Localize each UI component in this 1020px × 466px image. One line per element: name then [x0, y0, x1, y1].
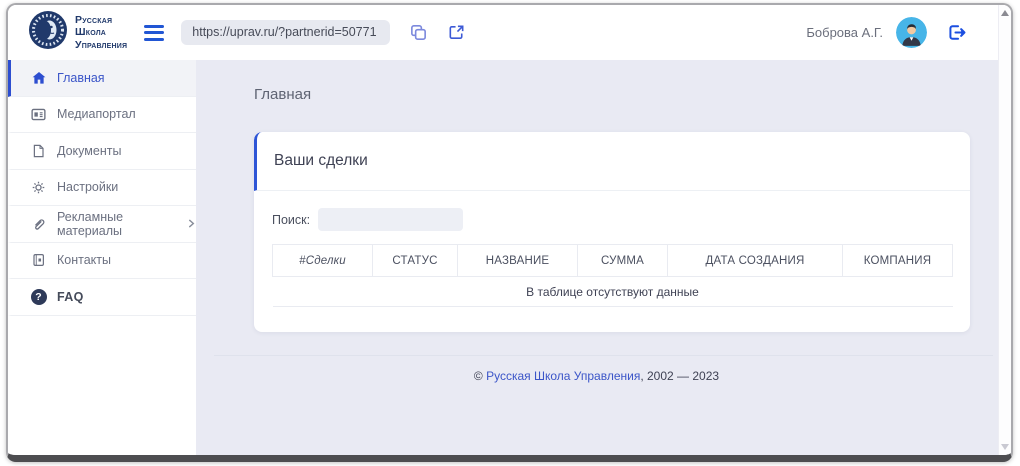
sidebar-item-documents[interactable]: Документы [8, 133, 196, 170]
footer-link[interactable]: Русская Школа Управления [486, 369, 640, 383]
copy-icon[interactable] [409, 23, 428, 42]
sidebar-item-label: Медиапортал [57, 107, 136, 121]
scroll-up-icon[interactable] [1001, 10, 1009, 16]
sidebar-item-settings[interactable]: Настройки [8, 170, 196, 207]
sidebar-item-promo-materials[interactable]: Рекламные материалы [8, 206, 196, 243]
user-name: Боброва А.Г. [806, 25, 883, 40]
logo-emblem-icon [28, 10, 68, 55]
table-empty-row: В таблице отсутствуют данные [273, 277, 953, 307]
top-header: Русская Школа Управления https://uprav.r… [8, 5, 1011, 60]
sidebar-item-label: FAQ [57, 290, 84, 304]
copyright-prefix: © [474, 369, 486, 383]
scroll-down-icon[interactable] [1001, 444, 1009, 450]
footer-divider [214, 355, 993, 356]
document-icon [30, 142, 47, 159]
deals-card: Ваши сделки Поиск: #Сделки СТАТУС [254, 132, 970, 332]
logo-text: Русская Школа Управления [75, 14, 127, 51]
home-icon [30, 69, 47, 86]
chevron-right-icon [187, 219, 196, 228]
column-header-sum: СУММА [578, 245, 668, 277]
search-label: Поиск: [272, 213, 310, 227]
screenshot-stage: Русская Школа Управления https://uprav.r… [0, 0, 1020, 466]
contact-book-icon [30, 252, 47, 269]
column-header-created-date: ДАТА СОЗДАНИЯ [668, 245, 843, 277]
table-empty-message: В таблице отсутствуют данные [273, 277, 953, 307]
page-footer: © Русская Школа Управления, 2002 — 2023 [196, 369, 997, 383]
vertical-scrollbar[interactable] [998, 5, 1011, 455]
sidebar-item-label: Документы [57, 144, 121, 158]
main-content: Главная Ваши сделки Поиск: [196, 60, 1011, 455]
deals-card-title: Ваши сделки [274, 152, 368, 169]
logout-icon[interactable] [946, 22, 967, 43]
sidebar-item-label: Главная [57, 71, 105, 85]
page-title: Главная [254, 86, 997, 103]
sidebar-item-label: Рекламные материалы [57, 210, 173, 238]
column-header-status: СТАТУС [373, 245, 458, 277]
copyright-suffix: , 2002 — 2023 [640, 369, 719, 383]
sidebar-item-label: Контакты [57, 253, 111, 267]
external-link-icon[interactable] [447, 23, 466, 42]
search-input[interactable] [318, 208, 463, 231]
question-circle-icon: ? [30, 288, 47, 305]
url-bar[interactable]: https://uprav.ru/?partnerid=50771 [181, 20, 390, 45]
sidebar-item-label: Настройки [57, 180, 118, 194]
sidebar-item-contacts[interactable]: Контакты [8, 243, 196, 280]
deals-card-header: Ваши сделки [254, 132, 970, 191]
column-header-company: КОМПАНИЯ [843, 245, 953, 277]
deals-table-header-row: #Сделки СТАТУС НАЗВАНИЕ СУММА ДАТА СОЗДА… [273, 245, 953, 277]
user-avatar[interactable] [896, 17, 927, 48]
sidebar-item-home[interactable]: Главная [8, 60, 196, 97]
app-window: Русская Школа Управления https://uprav.r… [6, 3, 1013, 462]
media-card-icon [30, 106, 47, 123]
column-header-deal-id: #Сделки [273, 245, 373, 277]
menu-icon[interactable] [144, 25, 164, 41]
sidebar: Главная Медиапортал [8, 60, 196, 455]
column-header-name: НАЗВАНИЕ [458, 245, 578, 277]
logo[interactable]: Русская Школа Управления [28, 10, 127, 55]
sidebar-item-mediaportal[interactable]: Медиапортал [8, 97, 196, 134]
deals-table: #Сделки СТАТУС НАЗВАНИЕ СУММА ДАТА СОЗДА… [272, 244, 953, 307]
gear-icon [30, 179, 47, 196]
paperclip-icon [30, 215, 47, 232]
sidebar-item-faq[interactable]: ? FAQ [8, 279, 196, 316]
